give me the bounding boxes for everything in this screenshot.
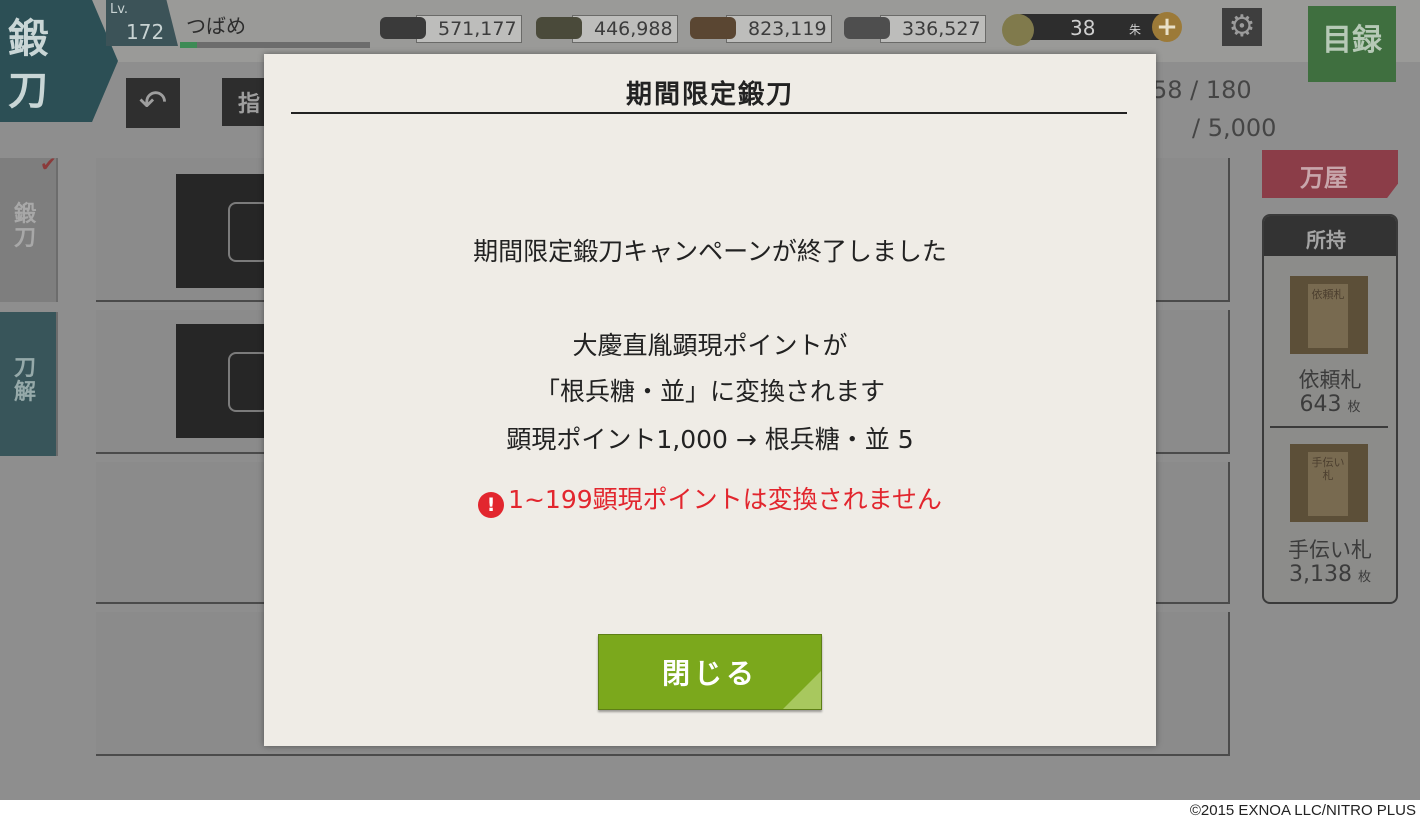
ticket-text: 依頼札 <box>1308 284 1348 348</box>
catalog-button[interactable]: 目録 <box>1308 6 1396 82</box>
instruction-tab[interactable]: 指 <box>222 78 266 126</box>
owned-items-panel: 所持 依頼札 依頼札 643 枚 手伝い札 手伝い札 3,138 枚 <box>1262 214 1398 604</box>
title-divider <box>291 112 1127 114</box>
whetstone-icon <box>844 17 890 39</box>
item-unit: 枚 <box>1347 400 1361 415</box>
resource-whetstone: 336,527 <box>844 15 994 43</box>
item-count-row: 643 枚 <box>1264 392 1396 417</box>
charcoal-icon <box>380 17 426 39</box>
side-tab-forge-label: 鍛刀 <box>14 201 37 251</box>
dialog-message-2: 大慶直胤顕現ポイントが <box>572 331 848 360</box>
dialog-title: 期間限定鍛刀 <box>625 80 794 110</box>
owned-label: 所持 <box>1306 228 1346 252</box>
settings-button[interactable]: ⚙ <box>1222 8 1262 46</box>
warning-icon: ! <box>478 492 505 518</box>
request-ticket-icon: 依頼札 <box>1290 276 1368 354</box>
koban-unit: 朱 <box>1129 23 1142 37</box>
sword-count: 58 / 180 <box>1152 76 1252 104</box>
player-name: つばめ <box>186 14 246 38</box>
shop-button[interactable]: 万屋 <box>1262 150 1398 198</box>
dialog-warning: ! 1~199顕現ポイントは変換されません <box>264 480 1156 518</box>
dialog-message-4: 顕現ポイント1,000 → 根兵糖・並 5 <box>506 425 914 454</box>
shop-label: 万屋 <box>1300 163 1348 192</box>
resource-tamahagane: 446,988 <box>536 15 686 43</box>
copyright-notice: ©2015 EXNOA LLC/NITRO PLUS <box>1189 802 1416 819</box>
item-count: 643 <box>1299 392 1342 417</box>
side-tab-dismantle-label: 刀解 <box>14 355 37 405</box>
add-koban-button[interactable]: + <box>1152 12 1182 42</box>
dialog-message-1: 期間限定鍛刀キャンペーンが終了しました <box>473 237 947 266</box>
close-button[interactable]: 閉じる <box>598 634 822 710</box>
resource-charcoal: 571,177 <box>380 15 522 43</box>
checkmark-icon: ✔ <box>40 152 57 176</box>
resource-value: 823,119 <box>748 18 827 40</box>
item-unit: 枚 <box>1357 570 1371 585</box>
helper-ticket-icon: 手伝い札 <box>1290 444 1368 522</box>
gear-icon: ⚙ <box>1228 9 1256 44</box>
mode-title-char-2: 刀 <box>8 67 48 114</box>
item-divider <box>1270 426 1388 428</box>
exp-bar <box>180 42 370 48</box>
item-name: 手伝い札 <box>1288 538 1372 562</box>
resource-value: 336,527 <box>902 18 981 40</box>
item-count: 3,138 <box>1289 562 1352 587</box>
back-arrow-icon: ↶ <box>138 83 168 123</box>
owned-header: 所持 <box>1264 216 1396 256</box>
koban-coin-icon <box>1002 14 1034 46</box>
close-button-label: 閉じる <box>661 657 758 690</box>
level-value: 172 <box>126 20 165 44</box>
exp-bar-fill <box>180 42 198 48</box>
instruction-tab-label: 指 <box>238 92 261 117</box>
level-label: Lv. <box>110 2 129 17</box>
mode-title-char-1: 鍛 <box>8 15 48 62</box>
campaign-ended-dialog: 期間限定鍛刀 期間限定鍛刀キャンペーンが終了しました 大慶直胤顕現ポイントが 「… <box>264 54 1156 746</box>
koban-value: 38 <box>1070 16 1096 40</box>
resource-value: 446,988 <box>594 18 673 40</box>
tamahagane-icon <box>536 17 582 39</box>
item-name: 依頼札 <box>1298 368 1362 392</box>
koban-counter: 38 朱 + <box>1000 12 1182 46</box>
resource-value: 571,177 <box>438 18 517 40</box>
resource-cooling-material: 823,119 <box>690 15 840 43</box>
ticket-text: 手伝い札 <box>1308 452 1348 516</box>
forge-slot-2-timer <box>176 324 276 438</box>
back-button[interactable]: ↶ <box>126 78 180 128</box>
game-screen: 鍛 刀 Lv. 172 つばめ 571,177 446,988 823,119 … <box>0 0 1420 800</box>
cooling-material-icon <box>690 17 736 39</box>
side-tab-forge[interactable]: 鍛刀 <box>0 158 58 302</box>
points-count: / 5,000 <box>1192 114 1277 142</box>
forge-slot-1-timer <box>176 174 276 288</box>
item-count-row: 3,138 枚 <box>1264 562 1396 587</box>
warning-text: 1~199顕現ポイントは変換されません <box>508 485 942 514</box>
dialog-message-3: 「根兵糖・並」に変換されます <box>534 377 885 406</box>
side-tab-dismantle[interactable]: 刀解 <box>0 312 58 456</box>
